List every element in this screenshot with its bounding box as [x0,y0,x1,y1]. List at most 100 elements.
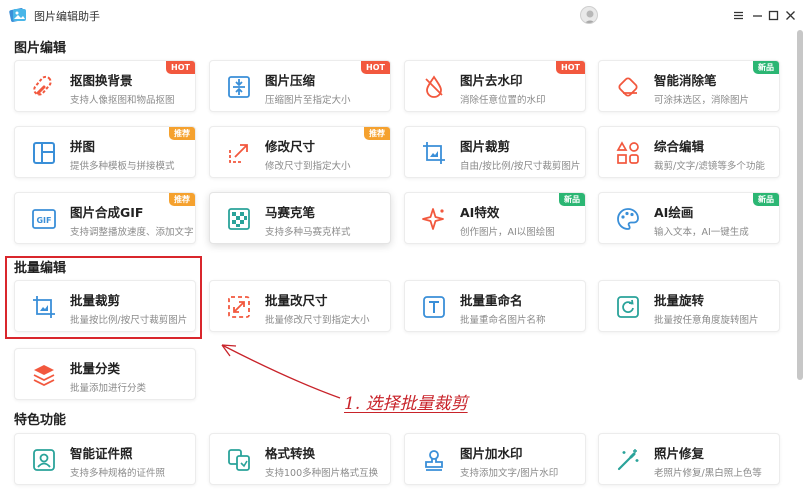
card-restore[interactable]: 照片修复 老照片修复/黑白照上色等 [598,433,780,485]
card-subtitle: 修改尺寸到指定大小 [265,161,351,172]
compress-icon [226,74,252,100]
resize-icon [226,294,252,320]
card-subtitle: 提供多种模板与拼接模式 [70,161,175,172]
card-title: 批量旋转 [654,293,705,308]
card-title: 格式转换 [265,446,316,461]
card-subtitle: 支持多种马赛克样式 [265,227,351,238]
layers-icon [31,362,57,388]
mosaic-icon [226,206,252,232]
cutout-icon [31,74,57,100]
magic-wand-icon [615,447,641,473]
card-resize[interactable]: 修改尺寸 修改尺寸到指定大小 推荐 [209,126,391,178]
crop-icon [31,294,57,320]
card-title: 图片去水印 [460,73,523,88]
card-compress[interactable]: 图片压缩 压缩图片至指定大小 HOT [209,60,391,112]
card-cutout[interactable]: 抠图换背景 支持人像抠图和物品抠图 HOT [14,60,196,112]
new-badge: 新品 [753,193,779,206]
card-batch-crop[interactable]: 批量裁剪 批量按比例/按尺寸裁剪图片 [14,280,196,332]
user-avatar[interactable] [580,6,598,24]
card-composite[interactable]: 综合编辑 裁剪/文字/滤镜等多个功能 [598,126,780,178]
card-subtitle: 输入文本，AI一键生成 [654,227,749,238]
card-title: AI绘画 [654,205,694,220]
card-subtitle: 创作图片，AI以图绘图 [460,227,555,238]
card-subtitle: 可涂抹选区，消除图片 [654,95,750,106]
card-subtitle: 批量添加进行分类 [70,383,147,394]
card-title: 批量重命名 [460,293,523,308]
text-icon [421,294,447,320]
close-icon[interactable] [781,6,799,24]
sparkle-icon [421,206,447,232]
palette-icon [615,206,641,232]
card-subtitle: 批量按任意角度旋转图片 [654,315,759,326]
window-title: 图片编辑助手 [34,10,100,23]
card-batch-rotate[interactable]: 批量旋转 批量按任意角度旋转图片 [598,280,780,332]
card-watermark-remove[interactable]: 图片去水印 消除任意位置的水印 HOT [404,60,586,112]
gif-icon: GIF [31,206,57,232]
card-gif[interactable]: GIF 图片合成GIF 支持调整播放速度、添加文字 推荐 [14,192,196,244]
card-title: 批量分类 [70,361,121,376]
stamp-icon [421,447,447,473]
card-subtitle: 批量重命名图片名称 [460,315,546,326]
card-subtitle: 支持人像抠图和物品抠图 [70,95,175,106]
card-subtitle: 支持添加文字/图片水印 [460,468,559,479]
card-title: 智能消除笔 [654,73,717,88]
recommend-badge: 推荐 [169,127,195,140]
card-mosaic[interactable]: 马赛克笔 支持多种马赛克样式 [209,192,391,244]
scrollbar[interactable] [797,30,803,380]
card-subtitle: 批量修改尺寸到指定大小 [265,315,370,326]
card-title: 修改尺寸 [265,139,316,154]
card-title: 综合编辑 [654,139,705,154]
card-title: AI特效 [460,205,500,220]
card-subtitle: 支持100多种图片格式互换 [265,468,379,479]
eraser-icon [615,74,641,100]
card-add-watermark[interactable]: 图片加水印 支持添加文字/图片水印 [404,433,586,485]
hot-badge: HOT [556,61,585,74]
card-title: 批量改尺寸 [265,293,328,308]
card-subtitle: 压缩图片至指定大小 [265,95,351,106]
card-title: 图片合成GIF [70,205,144,220]
card-subtitle: 支持多种规格的证件照 [70,468,166,479]
shapes-icon [615,140,641,166]
card-format[interactable]: 格式转换 支持100多种图片格式互换 [209,433,391,485]
section-title-edit: 图片编辑 [14,41,67,56]
card-batch-classify[interactable]: 批量分类 批量添加进行分类 [14,348,196,400]
crop-icon [421,140,447,166]
hot-badge: HOT [166,61,195,74]
recommend-badge: 推荐 [364,127,390,140]
card-subtitle: 支持调整播放速度、添加文字 [70,227,194,238]
annotation-text: 1. 选择批量裁剪 [344,394,468,414]
convert-icon [226,447,252,473]
section-title-featured: 特色功能 [14,413,67,428]
card-batch-resize[interactable]: 批量改尺寸 批量修改尺寸到指定大小 [209,280,391,332]
card-title: 图片裁剪 [460,139,511,154]
app-logo-icon [9,6,27,24]
card-puzzle[interactable]: 拼图 提供多种模板与拼接模式 推荐 [14,126,196,178]
card-batch-rename[interactable]: 批量重命名 批量重命名图片名称 [404,280,586,332]
card-subtitle: 自由/按比例/按尺寸裁剪图片 [460,161,581,172]
collage-icon [31,140,57,166]
rotate-icon [615,294,641,320]
recommend-badge: 推荐 [169,193,195,206]
card-smart-erase[interactable]: 智能消除笔 可涂抹选区，消除图片 新品 [598,60,780,112]
title-bar: 图片编辑助手 [0,0,806,30]
id-photo-icon [31,447,57,473]
card-id-photo[interactable]: 智能证件照 支持多种规格的证件照 [14,433,196,485]
maximize-icon[interactable] [764,6,782,24]
resize-icon [226,140,252,166]
card-title: 图片加水印 [460,446,523,461]
svg-text:GIF: GIF [36,216,51,225]
section-title-batch: 批量编辑 [14,261,67,276]
card-crop[interactable]: 图片裁剪 自由/按比例/按尺寸裁剪图片 [404,126,586,178]
watermark-remove-icon [421,74,447,100]
card-subtitle: 裁剪/文字/滤镜等多个功能 [654,161,765,172]
card-title: 抠图换背景 [70,73,133,88]
card-title: 图片压缩 [265,73,316,88]
card-title: 马赛克笔 [265,205,316,220]
card-title: 拼图 [70,139,96,154]
new-badge: 新品 [559,193,585,206]
card-ai-paint[interactable]: AI绘画 输入文本，AI一键生成 新品 [598,192,780,244]
card-title: 照片修复 [654,446,705,461]
card-title: 智能证件照 [70,446,133,461]
card-ai-effect[interactable]: AI特效 创作图片，AI以图绘图 新品 [404,192,586,244]
settings-icon[interactable] [729,6,747,24]
